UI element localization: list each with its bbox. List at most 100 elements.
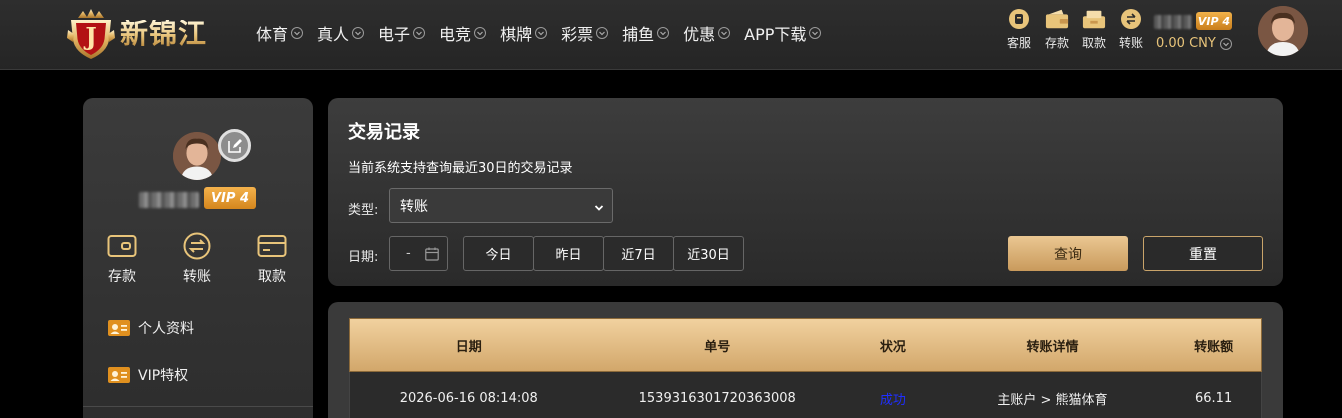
sidebar-deposit-button[interactable]: 存款 xyxy=(97,232,147,286)
sidebar-withdraw-label: 取款 xyxy=(258,269,286,285)
date-label: 日期: xyxy=(348,250,379,265)
cell-amount: 66.11 xyxy=(1195,390,1233,406)
type-select[interactable]: 转账 xyxy=(389,188,613,223)
brand-logo[interactable]: J 新锦江 xyxy=(66,6,232,62)
transaction-query-panel: 交易记录 当前系统支持查询最近30日的交易记录 类型: 转账 日期: - 今日 … xyxy=(328,98,1283,286)
nav-item-fishing[interactable]: 捕鱼 xyxy=(622,21,670,45)
calendar-icon xyxy=(425,247,439,265)
records-table: 日期 单号 状况 转账详情 转账额 2026-06-16 08:14:08 15… xyxy=(349,318,1262,418)
crown-shield-icon: J xyxy=(66,8,116,60)
column-header-amount: 转账额 xyxy=(1194,339,1234,355)
cell-status: 成功 xyxy=(879,392,906,408)
header-user-info[interactable]: VIP 4 0.00 CNY xyxy=(1154,12,1246,56)
range-7days-button[interactable]: 近7日 xyxy=(603,236,674,271)
sidebar-transfer-label: 转账 xyxy=(183,269,211,285)
header-deposit-button[interactable]: 存款 xyxy=(1045,8,1069,51)
nav-item-live[interactable]: 真人 xyxy=(317,21,365,45)
nav-item-label: 彩票 xyxy=(561,25,594,44)
column-header-status: 状况 xyxy=(879,339,906,355)
nav-item-label: 优惠 xyxy=(683,25,716,44)
nav-item-label: 体育 xyxy=(256,25,289,44)
wallet-icon xyxy=(1045,8,1069,30)
username-masked xyxy=(1154,15,1192,29)
customer-service-icon xyxy=(1007,8,1031,30)
edit-avatar-button[interactable] xyxy=(218,129,251,162)
column-header-details: 转账详情 xyxy=(1026,339,1079,355)
table-header: 日期 单号 状况 转账详情 转账额 xyxy=(349,318,1262,372)
profile-vip-badge: VIP 4 xyxy=(204,187,256,209)
header-service-button[interactable]: 客服 xyxy=(1007,8,1031,51)
deposit-label: 存款 xyxy=(1045,36,1070,50)
user-avatar[interactable] xyxy=(1258,6,1308,56)
nav-item-sports[interactable]: 体育 xyxy=(256,21,304,45)
range-today-button[interactable]: 今日 xyxy=(463,236,534,271)
chevron-down-icon xyxy=(657,27,670,39)
transfer-outline-icon xyxy=(182,232,212,260)
sidebar-deposit-label: 存款 xyxy=(108,269,136,285)
reset-button[interactable]: 重置 xyxy=(1143,236,1263,271)
profile-avatar xyxy=(173,132,221,180)
service-label: 客服 xyxy=(1007,36,1032,50)
table-row[interactable]: 2026-06-16 08:14:08 1539316301720363008 … xyxy=(349,372,1262,418)
profile-username-masked xyxy=(139,192,199,208)
nav-item-label: 电子 xyxy=(378,25,411,44)
main-nav: 体育 真人 电子 电竞 棋牌 彩票 捕鱼 优惠 APP下载 xyxy=(256,20,835,46)
nav-item-lottery[interactable]: 彩票 xyxy=(561,21,609,45)
chevron-down-icon xyxy=(535,27,548,39)
type-label: 类型: xyxy=(348,203,379,218)
id-card-icon xyxy=(108,367,130,383)
nav-item-esports[interactable]: 电竞 xyxy=(439,21,487,45)
chevron-down-icon xyxy=(474,27,487,39)
chevron-down-icon xyxy=(291,27,304,39)
nav-item-app-download[interactable]: APP下载 xyxy=(744,21,822,45)
query-hint: 当前系统支持查询最近30日的交易记录 xyxy=(348,161,573,176)
sidebar-withdraw-button[interactable]: 取款 xyxy=(247,232,297,286)
transfer-coin-icon xyxy=(1119,8,1143,30)
cell-order-no: 1539316301720363008 xyxy=(638,390,796,406)
account-sidebar: VIP 4 存款 转账 取款 个人资料 VIP特权 xyxy=(83,98,313,418)
sidebar-divider xyxy=(83,406,313,407)
chevron-down-icon xyxy=(596,27,609,39)
chevron-down-icon xyxy=(809,27,822,39)
brand-name: 新锦江 xyxy=(120,17,208,50)
header-withdraw-button[interactable]: 取款 xyxy=(1082,8,1106,51)
balance-display[interactable]: 0.00 CNY xyxy=(1156,36,1232,51)
sidebar-item-label: 个人资料 xyxy=(138,321,194,337)
date-value: - xyxy=(406,246,411,261)
sidebar-transfer-button[interactable]: 转账 xyxy=(172,232,222,286)
date-range-input[interactable]: - xyxy=(389,236,448,271)
cell-date: 2026-06-16 08:14:08 xyxy=(399,390,538,406)
chevron-down-icon xyxy=(1219,37,1232,50)
nav-item-label: 电竞 xyxy=(439,25,472,44)
nav-item-label: 捕鱼 xyxy=(622,25,655,44)
page-title: 交易记录 xyxy=(348,122,420,143)
chevron-down-icon xyxy=(718,27,731,39)
nav-item-promotions[interactable]: 优惠 xyxy=(683,21,731,45)
nav-item-label: 棋牌 xyxy=(500,25,533,44)
chevron-down-icon xyxy=(594,201,604,217)
column-header-date: 日期 xyxy=(455,339,482,355)
query-button[interactable]: 查询 xyxy=(1008,236,1128,271)
withdraw-label: 取款 xyxy=(1082,36,1107,50)
sidebar-item-label: VIP特权 xyxy=(138,368,189,384)
sidebar-item-profile[interactable]: 个人资料 xyxy=(108,318,194,338)
cell-details: 主账户 > 熊猫体育 xyxy=(997,392,1108,408)
sidebar-item-vip[interactable]: VIP特权 xyxy=(108,365,188,385)
header-transfer-button[interactable]: 转账 xyxy=(1119,8,1143,51)
edit-icon xyxy=(227,138,242,153)
records-panel: 日期 单号 状况 转账详情 转账额 2026-06-16 08:14:08 15… xyxy=(328,302,1283,418)
nav-item-cards[interactable]: 棋牌 xyxy=(500,21,548,45)
wallet-outline-icon xyxy=(107,232,137,260)
id-card-icon xyxy=(108,320,130,336)
range-yesterday-button[interactable]: 昨日 xyxy=(533,236,604,271)
column-header-order-no: 单号 xyxy=(704,339,731,355)
chevron-down-icon xyxy=(352,27,365,39)
nav-item-label: 真人 xyxy=(317,25,350,44)
transfer-label: 转账 xyxy=(1119,36,1144,50)
balance-value: 0.00 CNY xyxy=(1156,36,1216,51)
range-30days-button[interactable]: 近30日 xyxy=(673,236,744,271)
nav-item-slots[interactable]: 电子 xyxy=(378,21,426,45)
withdraw-icon xyxy=(1082,8,1106,30)
card-outline-icon xyxy=(257,232,287,260)
vip-badge: VIP 4 xyxy=(1196,12,1232,30)
